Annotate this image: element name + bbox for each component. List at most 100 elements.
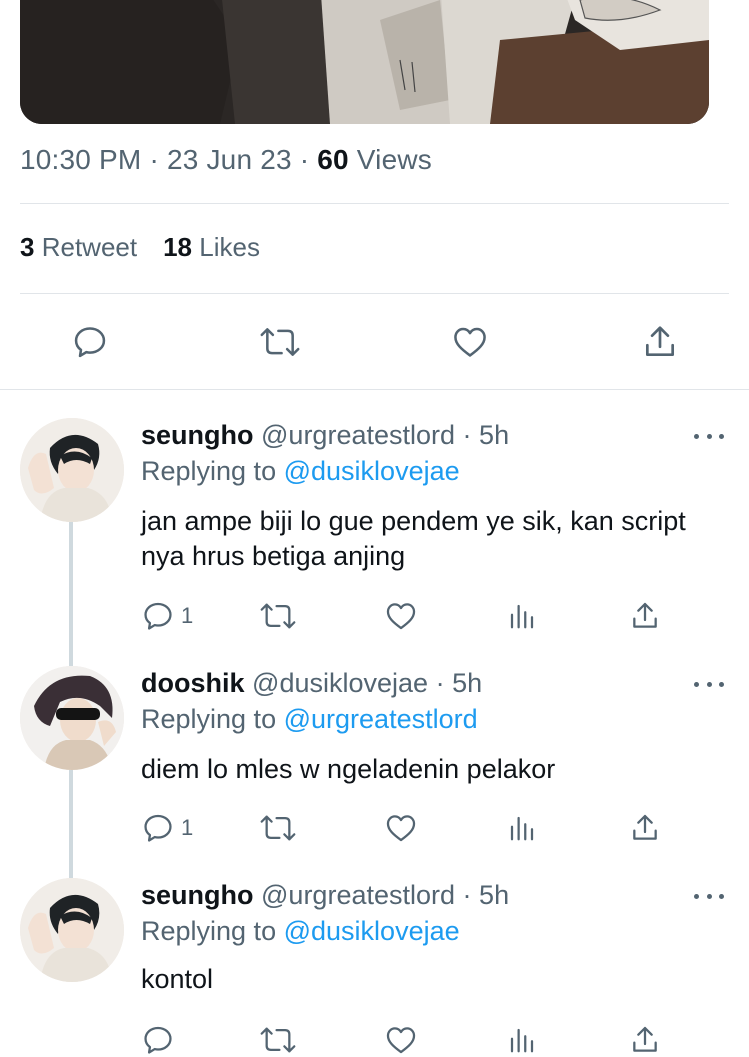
tweet-action-bar — [0, 318, 749, 366]
likes-label: Likes — [199, 232, 260, 262]
meta-separator: · — [149, 144, 159, 175]
share-button[interactable] — [629, 1022, 661, 1057]
avatar[interactable] — [20, 418, 124, 522]
display-name[interactable]: seungho — [141, 420, 254, 450]
like-icon — [386, 1027, 416, 1054]
mention-link[interactable]: @dusiklovejae — [284, 456, 460, 486]
retweet-button[interactable] — [259, 598, 297, 634]
share-icon — [633, 814, 657, 840]
meta-separator: · — [435, 668, 445, 698]
replying-prefix: Replying to — [141, 456, 277, 486]
reply-icon — [74, 327, 106, 358]
reply-text: kontol — [141, 964, 214, 994]
tweet-meta: 10:30 PM · 23 Jun 23 · 60 Views — [20, 144, 432, 176]
reply-icon — [144, 1026, 172, 1054]
retweets-label: Retweet — [41, 232, 138, 262]
reply-button[interactable]: 1 — [141, 810, 193, 846]
tweet-stats: 3 Retweet 18 Likes — [20, 232, 260, 263]
more-button[interactable] — [694, 888, 724, 904]
handle[interactable]: @urgreatestlord — [261, 420, 455, 450]
handle[interactable]: @urgreatestlord — [261, 880, 455, 910]
retweets-stat[interactable]: 3 Retweet — [20, 232, 137, 262]
replying-prefix: Replying to — [141, 916, 277, 946]
tweet-date: 23 Jun 23 — [166, 144, 292, 175]
reply-text: jan ampe biji lo gue pendem ye sik, kan … — [141, 506, 686, 571]
handle[interactable]: @dusiklovejae — [252, 668, 428, 698]
reply-time: 5h — [479, 880, 510, 910]
reply-time: 5h — [479, 420, 510, 450]
like-button[interactable] — [384, 810, 418, 846]
avatar[interactable] — [20, 666, 124, 770]
display-name[interactable]: seungho — [141, 880, 254, 910]
reply-icon — [144, 814, 172, 842]
reply-action-bar — [141, 1022, 681, 1057]
views-count: 60 — [317, 144, 349, 175]
more-button[interactable] — [694, 676, 724, 692]
mention-link[interactable]: @dusiklovejae — [284, 916, 460, 946]
views-button[interactable] — [507, 810, 537, 846]
reply-action-bar: 1 — [141, 810, 681, 846]
share-button[interactable] — [638, 318, 682, 366]
share-icon — [633, 1026, 657, 1052]
reply-count: 1 — [181, 603, 194, 628]
more-icon — [694, 681, 699, 687]
avatar[interactable] — [20, 878, 124, 982]
reply-button[interactable] — [68, 318, 112, 366]
share-button[interactable] — [629, 810, 661, 846]
reply-header: dooshik @dusiklovejae · 5h — [141, 668, 482, 699]
divider — [20, 203, 729, 204]
like-icon — [386, 603, 416, 630]
views-label: Views — [356, 144, 432, 175]
share-button[interactable] — [629, 598, 661, 634]
retweet-icon — [260, 603, 296, 629]
likes-stat[interactable]: 18 Likes — [163, 232, 260, 262]
divider — [20, 293, 729, 294]
reply-action-bar: 1 — [141, 598, 681, 634]
retweet-icon — [260, 815, 296, 841]
retweet-icon — [260, 1027, 296, 1053]
mention-link[interactable]: @urgreatestlord — [284, 704, 478, 734]
like-button[interactable] — [384, 1022, 418, 1057]
retweet-button[interactable] — [259, 810, 297, 846]
likes-count: 18 — [163, 232, 193, 262]
thread-line — [69, 770, 73, 878]
meta-separator: · — [462, 420, 472, 450]
reply-button[interactable] — [141, 1022, 181, 1057]
like-button[interactable] — [384, 598, 418, 634]
tweet-time: 10:30 PM — [20, 144, 142, 175]
views-icon — [510, 604, 534, 629]
like-icon — [386, 815, 416, 842]
reply-text: diem lo mles w ngeladenin pelakor — [141, 754, 556, 784]
views-button[interactable] — [507, 1022, 537, 1057]
reply-header: seungho @urgreatestlord · 5h — [141, 880, 509, 911]
reply-header: seungho @urgreatestlord · 5h — [141, 420, 509, 451]
replying-prefix: Replying to — [141, 704, 277, 734]
more-button[interactable] — [694, 428, 724, 444]
divider — [0, 389, 749, 390]
more-icon — [694, 433, 699, 439]
tweet-media-image[interactable] — [20, 0, 709, 124]
reply-button[interactable]: 1 — [141, 598, 193, 634]
reply-time: 5h — [452, 668, 483, 698]
retweet-button[interactable] — [259, 1022, 297, 1057]
share-icon — [633, 602, 657, 628]
retweets-count: 3 — [20, 232, 35, 262]
share-icon — [645, 326, 675, 357]
like-button[interactable] — [448, 318, 492, 366]
retweet-icon — [260, 328, 300, 356]
views-icon — [510, 816, 534, 841]
views-icon — [510, 1028, 534, 1053]
meta-separator: · — [462, 880, 472, 910]
replying-to: Replying to @dusiklovejae — [141, 456, 460, 487]
reply-icon — [144, 602, 172, 630]
thread-line — [69, 522, 73, 666]
retweet-button[interactable] — [258, 318, 302, 366]
like-icon — [454, 327, 486, 357]
replying-to: Replying to @urgreatestlord — [141, 704, 478, 735]
reply-count: 1 — [181, 815, 194, 840]
replying-to: Replying to @dusiklovejae — [141, 916, 460, 947]
meta-separator: · — [299, 144, 310, 175]
display-name[interactable]: dooshik — [141, 668, 245, 698]
more-icon — [694, 893, 699, 899]
views-button[interactable] — [507, 598, 537, 634]
